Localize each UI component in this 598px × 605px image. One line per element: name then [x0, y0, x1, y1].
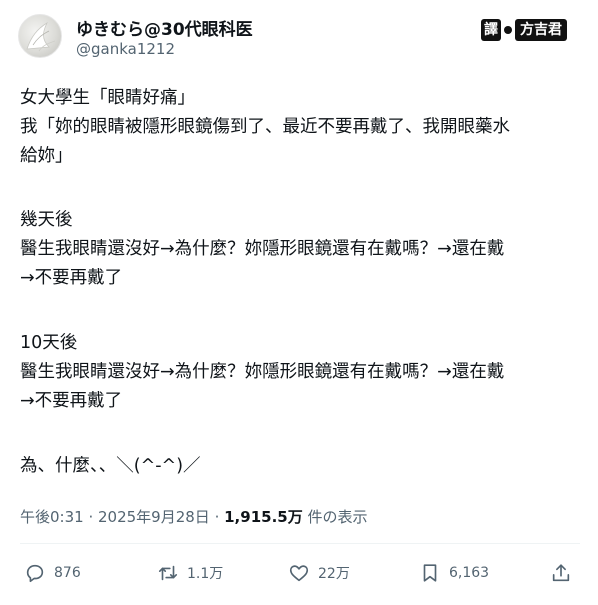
divider — [20, 543, 580, 544]
post-time[interactable]: 午後0:31 — [20, 508, 84, 526]
bookmark-count: 6,163 — [449, 565, 490, 581]
tweet-text-line: →不要再戴了 — [20, 268, 123, 288]
tweet-text-line: 為、什麼、、＼(^-^)／ — [20, 456, 201, 476]
post-date[interactable]: 2025年9月28日 — [98, 508, 210, 526]
retweet-icon — [157, 562, 187, 584]
meta-separator: · — [83, 508, 98, 526]
tweet-text-line: 給妳」 — [20, 146, 73, 166]
tweet-meta: 午後0:31 · 2025年9月28日 · 1,915.5万 件の表示 — [20, 506, 368, 527]
bookmark-icon — [419, 562, 449, 584]
like-count: 22万 — [318, 566, 350, 582]
watermark-yi: 譯 — [481, 19, 501, 41]
watermark-dot — [504, 26, 512, 34]
watermark-name: 方吉君 — [515, 19, 567, 41]
tweet-text-line: 我「妳的眼睛被隱形眼鏡傷到了、最近不要再戴了、我開眼藥水 — [20, 117, 510, 137]
like-button[interactable]: 22万 — [288, 562, 350, 584]
meta-separator: · — [209, 508, 225, 526]
view-count[interactable]: 1,915.5万 — [224, 508, 303, 526]
bookmark-button[interactable]: 6,163 — [419, 562, 489, 584]
tweet-text-line: 醫生我眼睛還沒好→為什麼？妳隱形眼鏡還有在戴嗎？→還在戴 — [20, 362, 505, 382]
tweet-text-line: 醫生我眼睛還沒好→為什麼？妳隱形眼鏡還有在戴嗎？→還在戴 — [20, 239, 505, 259]
tweet-card: ゆきむら@30代眼科医 @ganka1212 譯 方吉君 女大學生「眼睛好痛」 … — [0, 0, 598, 605]
translator-watermark: 譯 方吉君 — [481, 18, 567, 42]
reply-button[interactable]: 876 — [24, 562, 81, 584]
reply-count: 876 — [54, 565, 81, 581]
like-icon — [288, 562, 318, 584]
tweet-text-line: →不要再戴了 — [20, 391, 123, 411]
retweet-button[interactable]: 1.1万 — [157, 562, 223, 584]
reply-icon — [24, 562, 54, 584]
avatar[interactable] — [18, 14, 62, 58]
share-icon — [550, 562, 580, 584]
tweet-text-line: 10天後 — [20, 333, 78, 353]
avatar-image — [26, 21, 56, 52]
retweet-count: 1.1万 — [187, 566, 224, 582]
tweet-text-line: 女大學生「眼睛好痛」 — [20, 88, 195, 108]
share-button[interactable] — [550, 562, 580, 584]
user-handle[interactable]: @ganka1212 — [76, 40, 175, 58]
view-count-suffix: 件の表示 — [302, 508, 368, 526]
tweet-text-line: 幾天後 — [20, 210, 73, 230]
display-name[interactable]: ゆきむら@30代眼科医 — [76, 15, 253, 40]
